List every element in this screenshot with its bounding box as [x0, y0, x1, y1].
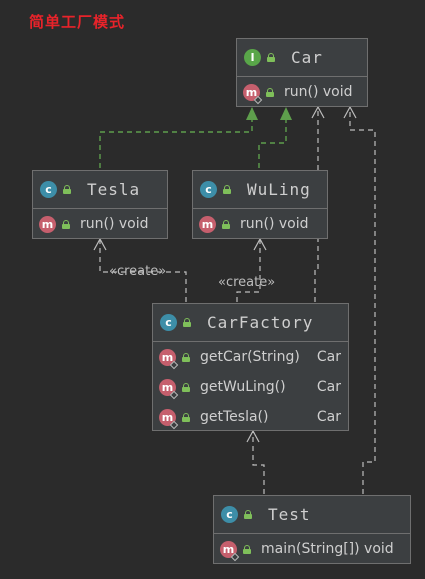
public-lock-icon [267, 53, 275, 62]
member-return-type: Car [316, 349, 341, 365]
class-icon: c [160, 314, 177, 331]
member-signature: run() void [284, 84, 353, 100]
node-test-member: m main(String[]) void [214, 534, 410, 564]
public-lock-icon [222, 219, 230, 229]
node-wuling-header: c WuLing [193, 171, 327, 209]
create-label-wuling: «create» [218, 275, 276, 290]
node-tesla-member: m run() void [33, 209, 167, 239]
node-car-name: Car [291, 48, 323, 67]
node-carfactory-header: c CarFactory [153, 304, 348, 342]
class-icon: c [40, 181, 57, 198]
edge-wuling-realizes-car-arrowhead [280, 107, 292, 120]
node-carfactory-member: m getCar(String) Car [153, 342, 348, 372]
member-return-type: Car [316, 379, 341, 395]
public-lock-icon [266, 87, 274, 97]
edge-test-uses-car [349, 108, 376, 494]
node-carfactory[interactable]: c CarFactory m getCar(String) Car m getW… [152, 303, 349, 431]
interface-icon: I [244, 49, 261, 66]
node-carfactory-member: m getWuLing() Car [153, 372, 348, 402]
public-lock-icon [223, 185, 231, 194]
node-car-member: m run() void [237, 77, 367, 107]
member-signature: getWuLing() [200, 379, 286, 395]
public-lock-icon [62, 219, 70, 229]
member-signature: getTesla() [200, 409, 269, 425]
method-icon: m [159, 348, 179, 369]
member-return-type: Car [316, 409, 341, 425]
public-lock-icon [183, 318, 191, 327]
node-wuling-name: WuLing [247, 180, 311, 199]
public-lock-icon [182, 412, 190, 422]
node-wuling[interactable]: c WuLing m run() void [192, 170, 328, 239]
member-signature: main(String[]) void [261, 541, 394, 557]
node-test-name: Test [268, 505, 311, 524]
node-carfactory-name: CarFactory [207, 313, 314, 332]
public-lock-icon [63, 185, 71, 194]
node-tesla-header: c Tesla [33, 171, 167, 209]
node-car[interactable]: I Car m run() void [236, 38, 368, 107]
node-tesla-name: Tesla [87, 180, 141, 199]
public-lock-icon [243, 544, 251, 554]
public-lock-icon [182, 352, 190, 362]
edge-carfactory-creates-wuling [236, 240, 261, 302]
node-wuling-member: m run() void [193, 209, 327, 239]
method-icon: m [159, 408, 179, 429]
method-icon: m [199, 215, 216, 233]
public-lock-icon [182, 382, 190, 392]
node-test[interactable]: c Test m main(String[]) void [213, 495, 411, 564]
create-label-tesla: «create» [109, 264, 167, 279]
node-tesla[interactable]: c Tesla m run() void [32, 170, 168, 239]
node-carfactory-member: m getTesla() Car [153, 402, 348, 432]
edge-tesla-realizes-car-arrowhead [246, 107, 258, 120]
method-icon: m [159, 378, 179, 399]
class-icon: c [200, 181, 217, 198]
method-icon: m [220, 540, 240, 561]
method-icon: m [39, 215, 56, 233]
node-test-header: c Test [214, 496, 410, 534]
public-lock-icon [244, 510, 252, 519]
class-icon: c [221, 506, 238, 523]
node-car-header: I Car [237, 39, 367, 77]
method-icon: m [243, 83, 263, 104]
edge-tesla-realizes-car [99, 108, 253, 168]
member-signature: run() void [80, 216, 149, 232]
member-signature: getCar(String) [200, 349, 300, 365]
member-signature: run() void [240, 216, 309, 232]
